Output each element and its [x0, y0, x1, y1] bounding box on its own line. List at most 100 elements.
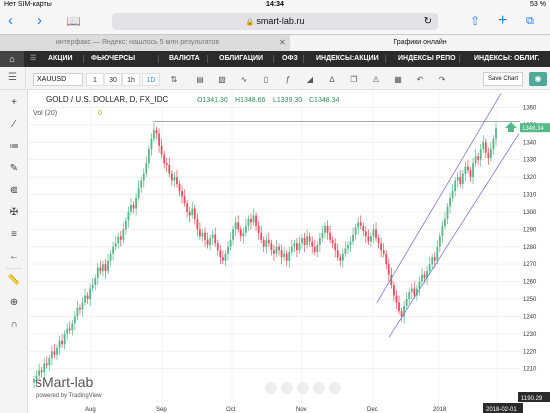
nav-item-index-bonds[interactable]: ИНДЕКСЫ: ОБЛИГ. [474, 51, 539, 67]
compare-icon[interactable]: ⇅ [166, 73, 182, 86]
symbol-input[interactable]: XAUUSD [33, 73, 83, 86]
tab-charts[interactable]: Графики онлайн [290, 35, 550, 52]
scroll-right-button[interactable] [313, 382, 325, 394]
nav-menu-icon[interactable]: ☰ [30, 51, 36, 67]
pattern-icon[interactable]: ✠ [6, 206, 22, 220]
candle-body [467, 166, 469, 171]
candle-body [303, 238, 306, 246]
ohlc-high: H1348.66 [235, 97, 265, 104]
candle-body [155, 130, 158, 134]
heikin-icon[interactable]: ∆ [324, 73, 340, 86]
templates-icon[interactable]: ❐ [346, 73, 362, 86]
back-icon[interactable]: ‹ [8, 12, 13, 30]
svg-text:O1341.30: O1341.30 [197, 97, 228, 104]
address-bar[interactable]: 🔒 smart-lab.ru ↻ [112, 13, 438, 30]
interval-1d[interactable]: 1D [142, 73, 160, 86]
time-tick: Aug [85, 407, 96, 413]
candle-body [283, 253, 286, 258]
candle-body [191, 208, 194, 216]
chart-title: GOLD / U.S. DOLLAR, D, FX_IDC [46, 95, 168, 104]
zoom-in-button[interactable] [281, 382, 293, 394]
prediction-icon[interactable]: ≡ [6, 228, 22, 242]
candle-body [196, 218, 199, 230]
candle-body [296, 243, 298, 251]
new-tab-icon[interactable]: + [498, 12, 507, 30]
price-tick: 1270 [523, 262, 537, 268]
hamburger-icon[interactable]: ☰ [0, 67, 26, 90]
nav-item-stocks[interactable]: АКЦИИ [48, 51, 73, 67]
candle-body [239, 229, 242, 237]
svg-text:C1348.34: C1348.34 [309, 97, 339, 104]
zoom-out-button[interactable] [265, 382, 277, 394]
candle-body [94, 278, 97, 286]
nav-item-index-repo[interactable]: ИНДЕКСЫ РЕПО [398, 51, 456, 67]
reset-button[interactable] [329, 382, 341, 394]
trend-line-icon[interactable]: ∕ [6, 118, 22, 132]
candle-body [107, 260, 109, 272]
home-icon[interactable]: ⌂ [0, 51, 24, 67]
save-chart-button[interactable]: Save Chart [483, 72, 523, 86]
ohlc-low: L1339.30 [273, 97, 302, 104]
candle-style-icon[interactable]: ▧ [214, 73, 230, 86]
arrow-icon[interactable]: ← [6, 250, 22, 264]
scroll-left-button[interactable] [297, 382, 309, 394]
bar-style-icon[interactable]: ▤ [192, 73, 208, 86]
chart-svg[interactable]: GOLD / U.S. DOLLAR, D, FX_IDC O1341.30 H… [29, 90, 550, 413]
candle-body [48, 358, 51, 366]
candle-body [104, 264, 107, 272]
crosshair-icon[interactable]: + [6, 96, 22, 110]
line-style-icon[interactable]: ∿ [236, 73, 252, 86]
ohlc-open: O1341.30 [197, 97, 228, 104]
nav-divider [158, 55, 159, 63]
redo-icon[interactable]: ↷ [434, 73, 450, 86]
nav-item-ofz[interactable]: ОФЗ [282, 51, 298, 67]
ruler-icon[interactable]: 📏 [6, 274, 22, 288]
candle-body [362, 225, 365, 232]
alert-icon[interactable]: ⚠ [368, 73, 384, 86]
candle-body [150, 138, 153, 150]
interval-1[interactable]: 1 [86, 73, 104, 86]
camera-icon[interactable]: ◉ [529, 72, 547, 86]
interval-30[interactable]: 30 [104, 73, 122, 86]
candle-body [308, 236, 311, 242]
candle-body [137, 187, 140, 198]
ohlc-close: C1348.34 [309, 97, 339, 104]
nav-item-index-stocks[interactable]: ИНДЕКСЫ:АКЦИИ [316, 51, 379, 67]
tabs-overview-icon[interactable]: ⧉ [526, 12, 534, 30]
candle-body [421, 274, 423, 282]
candle-body [61, 340, 63, 345]
layout-icon[interactable]: ▦ [390, 73, 406, 86]
tab-yandex[interactable]: интерфакс — Яндекс: нашлось 5 млн резуль… [0, 35, 275, 52]
candle-body [290, 246, 293, 252]
last-price-marker: 1348.34 [520, 123, 550, 133]
brush-icon[interactable]: ✎ [6, 162, 22, 176]
tab-label: интерфакс — Яндекс: нашлось 5 млн резуль… [55, 39, 220, 46]
candle-body [375, 229, 377, 239]
fib-icon[interactable]: ≔ [6, 140, 22, 154]
chart-area[interactable]: GOLD / U.S. DOLLAR, D, FX_IDC O1341.30 H… [29, 90, 550, 413]
candle-body [63, 333, 66, 345]
close-tab-icon[interactable]: ✕ [279, 35, 286, 51]
zoom-icon[interactable]: ⊕ [6, 296, 22, 310]
candle-bars-icon[interactable]: ▯ [258, 73, 274, 86]
nav-item-currency[interactable]: ВАЛЮТА [169, 51, 200, 67]
nav-item-futures[interactable]: ФЬЮЧЕРСЫ [91, 51, 135, 67]
price-tick: 1230 [523, 332, 537, 338]
interval-1h[interactable]: 1h [122, 73, 140, 86]
share-icon[interactable]: ⇧ [470, 12, 480, 30]
nav-item-bonds[interactable]: ОБЛИГАЦИИ [219, 51, 263, 67]
candle-body [68, 328, 71, 331]
candle-body [428, 264, 431, 272]
pitchfork-icon[interactable]: ⋐ [6, 184, 22, 198]
indicators-icon[interactable]: ƒ [280, 73, 296, 86]
candle-body [306, 236, 309, 246]
reload-icon[interactable]: ↻ [424, 13, 432, 30]
bookmarks-icon[interactable]: 📖 [66, 12, 81, 30]
undo-icon[interactable]: ↶ [412, 73, 428, 86]
area-style-icon[interactable]: ◢ [302, 73, 318, 86]
price-bottom-label: 1190.29 [521, 396, 543, 402]
magnet-icon[interactable]: ∩ [6, 318, 22, 332]
price-tick: 1330 [523, 158, 537, 164]
last-price-label: 1348.34 [522, 126, 544, 132]
forward-icon[interactable]: › [37, 12, 42, 30]
